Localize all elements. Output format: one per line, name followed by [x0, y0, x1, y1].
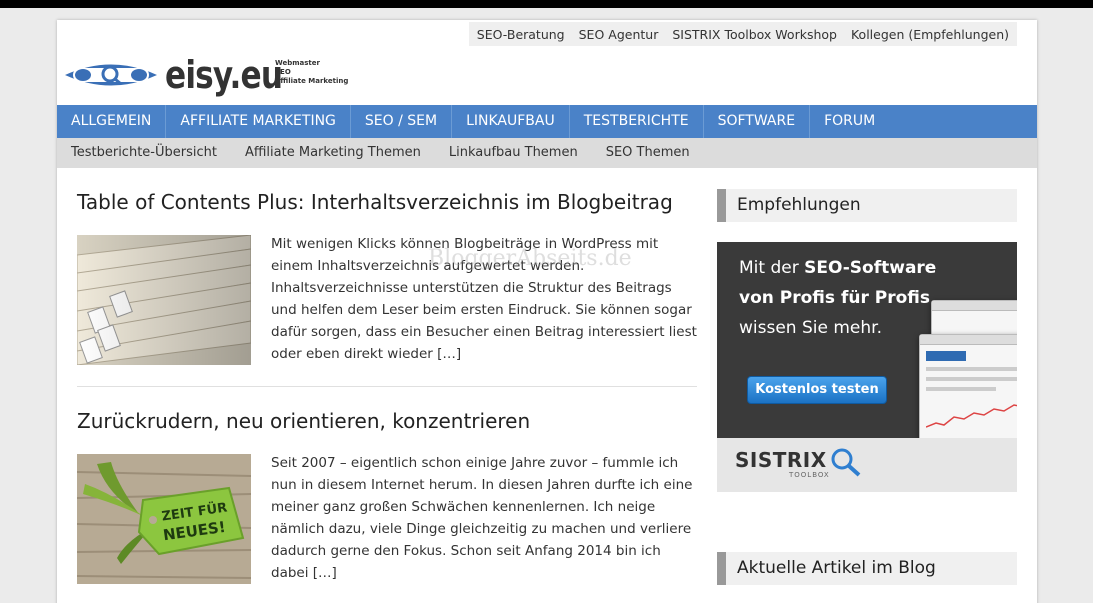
article-thumbnail-zeit-fuer-neues[interactable]: ZEIT FÜR NEUES! — [77, 454, 251, 584]
sistrix-brand-sub: TOOLBOX — [789, 471, 830, 479]
nav-software[interactable]: SOFTWARE — [704, 105, 811, 138]
logo-text: eisy.eu — [165, 53, 283, 97]
widget-title-aktuelle-artikel: Aktuelle Artikel im Blog — [717, 552, 1017, 585]
widget-title-empfehlungen: Empfehlungen — [717, 189, 1017, 222]
nav-testberichte[interactable]: TESTBERICHTE — [570, 105, 704, 138]
nav-allgemein[interactable]: ALLGEMEIN — [57, 105, 167, 138]
article-toc-plus: Table of Contents Plus: Interhaltsverzei… — [77, 190, 697, 365]
article-excerpt: Seit 2007 – eigentlich schon einige Jahr… — [271, 455, 693, 581]
sistrix-brand: SISTRIX — [735, 448, 827, 472]
page-container: SEO-Beratung SEO Agentur SISTRIX Toolbox… — [57, 20, 1037, 603]
subnav-testberichte-uebersicht[interactable]: Testberichte-Übersicht — [57, 138, 231, 168]
site-logo[interactable]: eisy.eu Webmaster SEO Affiliate Marketin… — [63, 50, 348, 100]
ad-footer: SISTRIX TOOLBOX — [717, 438, 1017, 492]
toplink-kollegen[interactable]: Kollegen (Empfehlungen) — [837, 27, 1009, 42]
ad-chart-graphic — [925, 404, 1017, 428]
file-folders-image — [77, 235, 251, 365]
nav-linkaufbau[interactable]: LINKAUFBAU — [452, 105, 570, 138]
ad-headline-line2: von Profis für Profis — [739, 288, 930, 308]
nav-forum[interactable]: FORUM — [810, 105, 889, 138]
article-thumbnail-files[interactable] — [77, 235, 251, 365]
subnav-seo-themen[interactable]: SEO Themen — [592, 138, 704, 168]
wood-tag-image: ZEIT FÜR NEUES! — [77, 454, 251, 584]
article-divider — [77, 386, 697, 387]
logo-tagline: Webmaster SEO Affiliate Marketing — [275, 58, 349, 85]
ad-headline-line1: Mit der SEO-Software — [739, 258, 937, 278]
ad-headline-line3: wissen Sie mehr. — [739, 318, 882, 338]
toplink-seo-beratung[interactable]: SEO-Beratung — [469, 27, 565, 42]
kostenlos-testen-button[interactable]: Kostenlos testen — [747, 376, 887, 404]
article-excerpt: Mit wenigen Klicks können Blogbeiträge i… — [271, 236, 697, 362]
nav-seo-sem[interactable]: SEO / SEM — [351, 105, 453, 138]
nav-affiliate-marketing[interactable]: AFFILIATE MARKETING — [166, 105, 351, 138]
main-navigation: ALLGEMEIN AFFILIATE MARKETING SEO / SEM … — [57, 105, 1037, 138]
subnav-affiliate-themen[interactable]: Affiliate Marketing Themen — [231, 138, 435, 168]
sub-navigation: Testberichte-Übersicht Affiliate Marketi… — [57, 138, 1037, 168]
sistrix-ad-banner[interactable]: Mit der SEO-Software von Profis für Prof… — [717, 242, 1017, 492]
top-black-bar — [0, 0, 1093, 8]
subnav-linkaufbau-themen[interactable]: Linkaufbau Themen — [435, 138, 592, 168]
article-title[interactable]: Table of Contents Plus: Interhaltsverzei… — [77, 190, 697, 214]
toplink-sistrix-workshop[interactable]: SISTRIX Toolbox Workshop — [658, 27, 837, 42]
article-zurueckrudern: Zurückrudern, neu orientieren, konzentri… — [77, 409, 697, 584]
magnifier-icon — [831, 448, 861, 477]
top-links-bar: SEO-Beratung SEO Agentur SISTRIX Toolbox… — [468, 22, 1017, 46]
logo-eye-icon — [65, 64, 157, 86]
toplink-seo-agentur[interactable]: SEO Agentur — [565, 27, 659, 42]
article-title[interactable]: Zurückrudern, neu orientieren, konzentri… — [77, 409, 697, 433]
